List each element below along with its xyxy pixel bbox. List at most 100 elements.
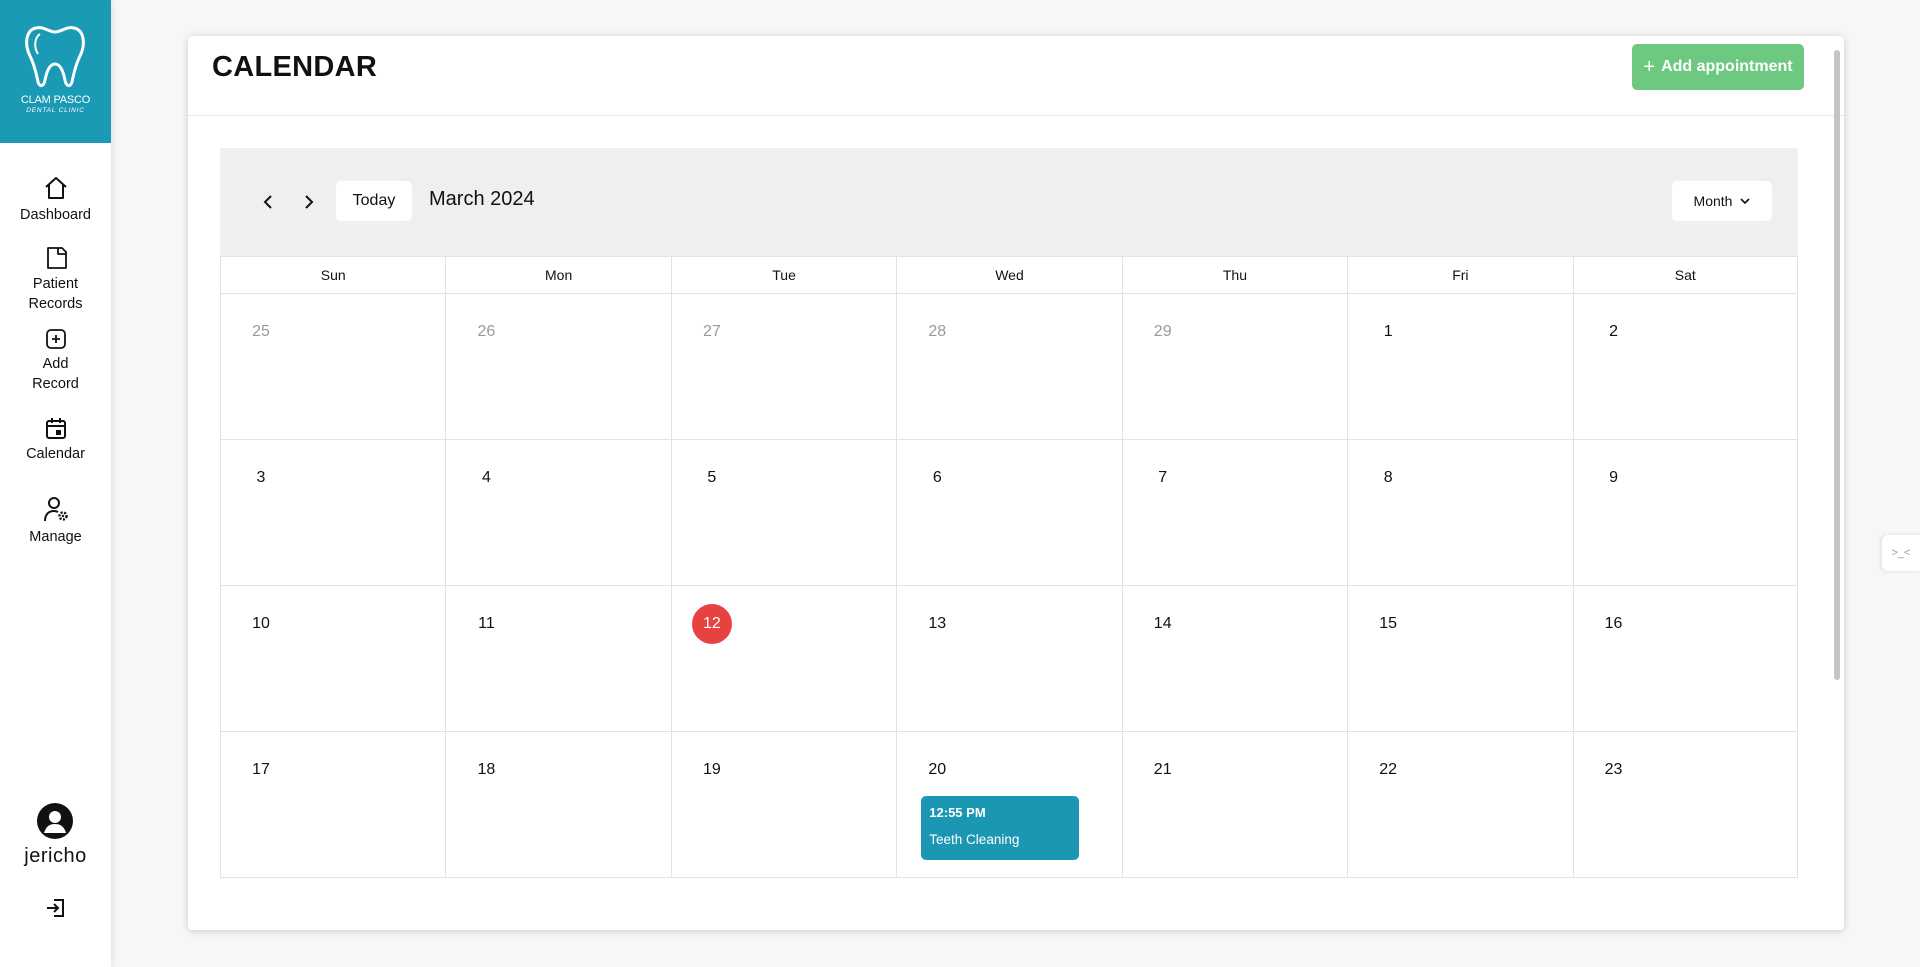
chevron-down-icon bbox=[1740, 198, 1751, 205]
calendar-toolbar: Today March 2024 Month bbox=[220, 148, 1798, 256]
day-cell[interactable]: 9 bbox=[1572, 440, 1798, 586]
day-number: 19 bbox=[702, 761, 721, 778]
prev-month-button[interactable] bbox=[254, 188, 282, 216]
sidebar: CLAM PASCO DENTAL CLINIC Dashboard Patie… bbox=[0, 0, 111, 967]
day-cell[interactable]: 11 bbox=[445, 586, 671, 732]
view-select[interactable]: Month bbox=[1672, 181, 1772, 221]
day-number: 11 bbox=[478, 615, 495, 632]
day-cell[interactable]: 1 bbox=[1347, 294, 1573, 440]
sidebar-item-dashboard[interactable]: Dashboard bbox=[0, 174, 111, 225]
day-number: 13 bbox=[928, 615, 947, 632]
sidebar-item-label: Manage bbox=[29, 529, 82, 545]
day-cell[interactable]: 13 bbox=[896, 586, 1122, 732]
sidebar-item-manage[interactable]: Manage bbox=[0, 494, 111, 547]
month-grid: Sun Mon Tue Wed Thu Fri Sat 25 26 27 28 29 1 2 3 4 5 6 7 8… bbox=[220, 256, 1798, 878]
day-cell[interactable]: 16 bbox=[1572, 586, 1798, 732]
home-icon bbox=[44, 177, 67, 199]
day-number: 23 bbox=[1604, 761, 1623, 778]
day-cell[interactable]: 29 bbox=[1121, 294, 1348, 440]
logout-icon[interactable] bbox=[44, 896, 68, 920]
day-cell[interactable]: 14 bbox=[1121, 586, 1348, 732]
weekday-mon: Mon bbox=[445, 256, 671, 294]
day-number: 18 bbox=[477, 761, 496, 778]
calendar-card: CALENDAR + Add appointment Today March 2… bbox=[188, 36, 1844, 930]
day-number: 8 bbox=[1383, 469, 1393, 486]
event-time: 12:55 PM bbox=[929, 805, 986, 820]
day-cell[interactable]: 19 bbox=[670, 732, 897, 878]
next-month-button[interactable] bbox=[295, 188, 323, 216]
calendar-weeks: 25 26 27 28 29 1 2 3 4 5 6 7 8 9 10 11 12 13 14 15 16 17 18 19 2… bbox=[220, 294, 1798, 878]
chevron-right-icon bbox=[305, 195, 314, 209]
sidebar-item-label: Dashboard bbox=[20, 207, 91, 223]
weekday-sat: Sat bbox=[1572, 256, 1798, 294]
today-button[interactable]: Today bbox=[336, 181, 412, 221]
day-number: 28 bbox=[928, 323, 947, 340]
day-cell[interactable]: 20 12:55 PM Teeth Cleaning bbox=[896, 732, 1122, 878]
add-appointment-button[interactable]: + Add appointment bbox=[1632, 44, 1804, 90]
day-cell[interactable]: 17 bbox=[220, 732, 446, 878]
day-number: 17 bbox=[252, 761, 270, 778]
day-cell[interactable]: 21 bbox=[1121, 732, 1348, 878]
weekday-header: Sun Mon Tue Wed Thu Fri Sat bbox=[220, 256, 1798, 294]
day-cell[interactable]: 4 bbox=[445, 440, 671, 586]
weekday-fri: Fri bbox=[1347, 256, 1573, 294]
day-number: 10 bbox=[252, 615, 270, 632]
day-number: 27 bbox=[702, 323, 721, 340]
day-cell[interactable]: 8 bbox=[1347, 440, 1573, 586]
day-number: 4 bbox=[481, 469, 491, 486]
view-select-label: Month bbox=[1693, 193, 1733, 209]
day-cell[interactable]: 23 bbox=[1572, 732, 1798, 878]
day-cell[interactable]: 25 bbox=[220, 294, 446, 440]
day-number: 16 bbox=[1604, 615, 1623, 632]
scroll-thumb[interactable] bbox=[1834, 50, 1840, 680]
day-cell[interactable]: 7 bbox=[1121, 440, 1348, 586]
sidebar-item-patient-records[interactable]: Patient Records bbox=[0, 245, 111, 314]
day-cell[interactable]: 2 bbox=[1572, 294, 1798, 440]
day-cell[interactable]: 28 bbox=[896, 294, 1122, 440]
day-cell[interactable]: 27 bbox=[670, 294, 897, 440]
day-cell[interactable]: 10 bbox=[220, 586, 446, 732]
day-number: 5 bbox=[707, 469, 717, 486]
day-cell[interactable]: 5 bbox=[670, 440, 897, 586]
sidebar-item-label: Add Record bbox=[32, 356, 79, 392]
clinic-logo[interactable]: CLAM PASCO DENTAL CLINIC bbox=[0, 0, 111, 143]
user-gear-icon bbox=[43, 497, 68, 522]
plus-square-icon bbox=[45, 329, 66, 349]
scrollbar[interactable] bbox=[1834, 50, 1840, 918]
side-panel-tab[interactable]: >_< bbox=[1882, 535, 1920, 571]
event-chip[interactable]: 12:55 PM Teeth Cleaning bbox=[921, 796, 1080, 860]
sidebar-item-label: Calendar bbox=[26, 446, 85, 462]
day-number: 22 bbox=[1379, 761, 1398, 778]
day-number: 7 bbox=[1158, 469, 1168, 486]
day-cell[interactable]: 12 bbox=[670, 586, 897, 732]
weekday-tue: Tue bbox=[670, 256, 897, 294]
day-number: 3 bbox=[256, 469, 266, 486]
user-name: jericho bbox=[24, 845, 87, 867]
day-number: 9 bbox=[1609, 469, 1619, 486]
sidebar-item-calendar[interactable]: Calendar bbox=[0, 415, 111, 464]
plus-icon: + bbox=[1643, 56, 1656, 78]
sidebar-item-add-record[interactable]: Add Record bbox=[0, 327, 111, 394]
avatar-icon[interactable] bbox=[37, 803, 73, 839]
chevron-left-icon bbox=[263, 195, 272, 209]
add-appointment-label: Add appointment bbox=[1661, 58, 1793, 75]
day-cell[interactable]: 15 bbox=[1347, 586, 1573, 732]
tooth-logo-icon bbox=[25, 26, 85, 88]
day-number: 14 bbox=[1153, 615, 1172, 632]
weekday-wed: Wed bbox=[896, 256, 1122, 294]
day-number: 20 bbox=[928, 761, 947, 778]
calendar: Today March 2024 Month Sun Mon Tue Wed Thu Fr… bbox=[220, 148, 1798, 930]
event-title: Teeth Cleaning bbox=[929, 832, 1020, 847]
day-cell[interactable]: 3 bbox=[220, 440, 446, 586]
day-number: 2 bbox=[1609, 323, 1619, 340]
day-number: 29 bbox=[1153, 323, 1172, 340]
day-cell[interactable]: 18 bbox=[445, 732, 671, 878]
day-cell[interactable]: 22 bbox=[1347, 732, 1573, 878]
day-number: 26 bbox=[477, 323, 496, 340]
page-title: CALENDAR bbox=[212, 51, 378, 83]
day-cell[interactable]: 26 bbox=[445, 294, 671, 440]
day-number: 15 bbox=[1379, 615, 1398, 632]
weekday-thu: Thu bbox=[1121, 256, 1348, 294]
day-cell[interactable]: 6 bbox=[896, 440, 1122, 586]
today-date: 12 bbox=[691, 604, 732, 644]
